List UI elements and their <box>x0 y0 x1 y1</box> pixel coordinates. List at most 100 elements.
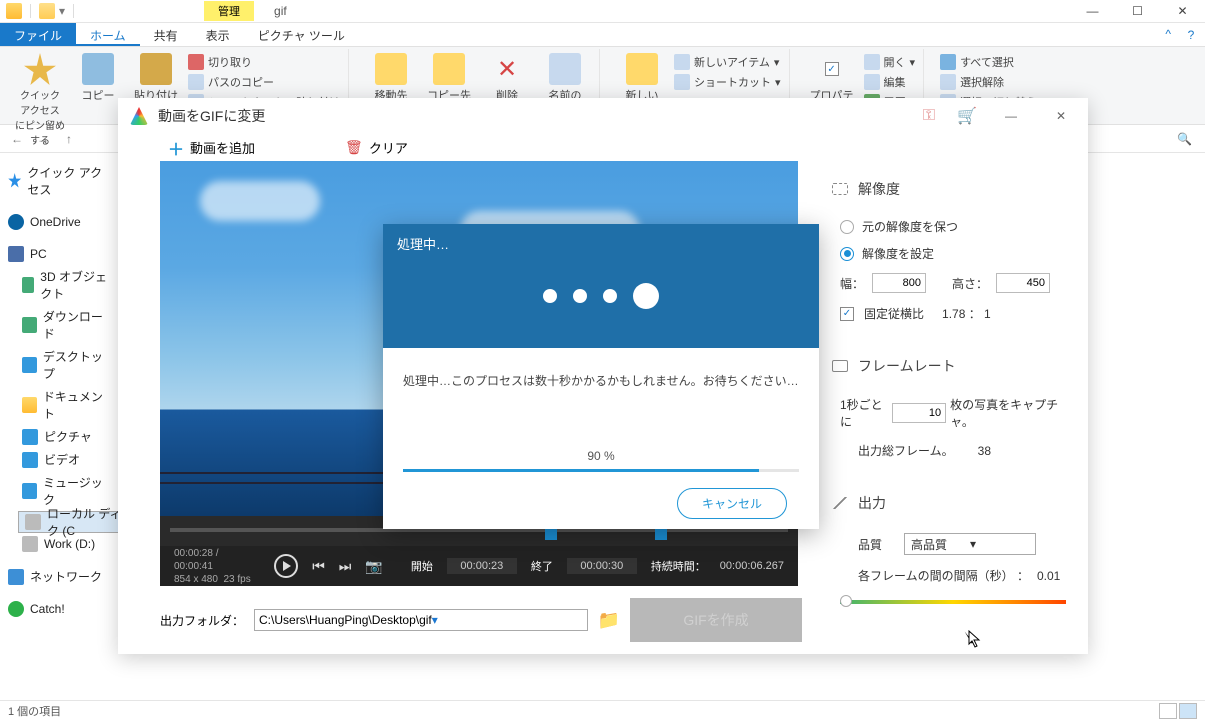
app-toolbar: ＋動画を追加 🗑クリア <box>118 134 1088 161</box>
app-logo-icon <box>130 107 148 125</box>
output-folder-row: 出力フォルダ： C:\Users\HuangPing\Desktop\gif ▾… <box>118 586 818 654</box>
tab-share[interactable]: 共有 <box>140 23 192 46</box>
clear-button[interactable]: 🗑クリア <box>345 138 408 157</box>
snapshot-button[interactable]: 📷 <box>365 558 382 575</box>
folder-icon <box>6 3 22 19</box>
explorer-titlebar: ▾ 管理 gif — ☐ ✕ <box>0 0 1205 23</box>
key-icon[interactable]: ⚿ <box>920 107 938 125</box>
tab-view[interactable]: 表示 <box>192 23 244 46</box>
nav-3d-objects[interactable]: 3D オブジェクト <box>18 265 114 305</box>
app-close-button[interactable]: ✕ <box>1046 109 1076 123</box>
cart-icon[interactable]: 🛒 <box>958 107 976 125</box>
cancel-button[interactable]: キャンセル <box>677 488 787 519</box>
framerate-icon <box>832 360 848 372</box>
tab-home[interactable]: ホーム <box>76 23 140 46</box>
shortcut-button[interactable]: ショートカット▾ <box>674 73 781 91</box>
select-none-button[interactable]: 選択解除 <box>940 73 1037 91</box>
settings-pane: 解像度 元の解像度を保つ 解像度を設定 幅： 高さ： ✓ 固定従横比 1.78 … <box>818 161 1088 654</box>
back-button[interactable]: ← <box>6 132 28 146</box>
nav-desktop[interactable]: デスクトップ <box>18 345 114 385</box>
total-frames-value: 38 <box>978 444 991 458</box>
prev-frame-button[interactable]: ⏮ <box>312 558 325 575</box>
capture-per-second-input[interactable] <box>892 403 946 423</box>
framerate-title: フレームレート <box>858 356 956 376</box>
forward-button[interactable]: → <box>32 132 54 146</box>
up-button[interactable]: ↑ <box>58 132 80 146</box>
lock-aspect-label: 固定従横比 <box>864 305 924 322</box>
close-button[interactable]: ✕ <box>1160 0 1205 23</box>
nav-videos[interactable]: ビデオ <box>18 448 114 471</box>
progress-percent: 90 % <box>403 449 799 463</box>
view-details-icon[interactable] <box>1159 703 1177 719</box>
select-all-button[interactable]: すべて選択 <box>940 53 1037 71</box>
quality-label: 品質 <box>858 536 882 553</box>
nav-documents[interactable]: ドキュメント <box>18 385 114 425</box>
app-title: 動画をGIFに変更 <box>158 106 265 126</box>
open-button[interactable]: 開く▾ <box>864 53 916 71</box>
nav-quick-access[interactable]: クイック アクセス <box>4 161 114 201</box>
resolution-icon <box>832 183 848 195</box>
contextual-tab-manage[interactable]: 管理 <box>204 1 254 21</box>
width-label: 幅： <box>840 275 864 292</box>
tab-file[interactable]: ファイル <box>0 23 76 46</box>
slider-knob[interactable] <box>840 595 852 607</box>
end-time-input[interactable]: 00:00:30 <box>567 558 637 574</box>
new-item-button[interactable]: 新しいアイテム▾ <box>674 53 781 71</box>
nav-network[interactable]: ネットワーク <box>4 565 114 588</box>
start-time-input[interactable]: 00:00:23 <box>447 558 517 574</box>
height-input[interactable] <box>996 273 1050 293</box>
add-video-button[interactable]: ＋動画を追加 <box>168 136 255 160</box>
radio-keep-original[interactable]: 元の解像度を保つ <box>832 213 1074 240</box>
chevron-down-icon: ▾ <box>970 537 1029 551</box>
copy-path-button[interactable]: パスのコピー <box>188 73 340 91</box>
ribbon-expand-icon[interactable]: ^ <box>1159 23 1177 46</box>
aspect-value: 1.78 ： 1 <box>942 305 991 322</box>
window-title: gif <box>274 4 287 18</box>
quality-select[interactable]: 高品質▾ <box>904 533 1036 555</box>
dialog-title: 処理中… <box>397 234 805 253</box>
duration-value: 00:00:06.267 <box>720 560 784 572</box>
nav-catch[interactable]: Catch! <box>4 598 114 620</box>
move-to-button[interactable]: 移動先 <box>365 53 417 103</box>
quick-access-toolbar: ▾ <box>0 3 78 19</box>
browse-folder-button[interactable]: 📁 <box>598 610 620 631</box>
interval-slider[interactable] <box>840 600 1066 604</box>
delete-button[interactable]: ✕削除 <box>481 53 533 103</box>
edit-button[interactable]: 編集 <box>864 73 916 91</box>
search-icon[interactable]: 🔍 <box>1177 132 1199 146</box>
create-gif-button[interactable]: GIFを作成 <box>630 598 802 642</box>
nav-downloads[interactable]: ダウンロード <box>18 305 114 345</box>
nav-onedrive[interactable]: OneDrive <box>4 211 114 233</box>
chevron-down-icon: ▾ <box>432 613 583 627</box>
minimize-button[interactable]: — <box>1070 0 1115 23</box>
interval-value: 0.01 <box>1037 569 1060 583</box>
progress-bar <box>403 469 799 472</box>
nav-pc[interactable]: PC <box>4 243 114 265</box>
copy-button[interactable]: コピー <box>72 53 124 103</box>
width-input[interactable] <box>872 273 926 293</box>
start-label: 開始 <box>411 558 433 574</box>
nav-pictures[interactable]: ピクチャ <box>18 425 114 448</box>
copy-to-button[interactable]: コピー先 <box>423 53 475 103</box>
maximize-button[interactable]: ☐ <box>1115 0 1160 23</box>
resolution-title: 解像度 <box>858 179 900 199</box>
app-titlebar: 動画をGIFに変更 ⚿ 🛒 — ✕ <box>118 98 1088 134</box>
dialog-message: 処理中…このプロセスは数十秒かかるかもしれません。お待ちください… <box>403 372 799 391</box>
view-large-icon[interactable] <box>1179 703 1197 719</box>
help-icon[interactable]: ? <box>1177 23 1205 46</box>
app-minimize-button[interactable]: — <box>996 109 1026 123</box>
output-folder-combo[interactable]: C:\Users\HuangPing\Desktop\gif ▾ <box>254 609 588 631</box>
time-info: 00:00:28 / 00:00:41 854 x 480 23 fps <box>174 547 260 586</box>
radio-set-resolution[interactable]: 解像度を設定 <box>832 240 1074 267</box>
play-button[interactable] <box>274 554 298 578</box>
cursor-icon <box>968 630 982 648</box>
tab-picture-tools[interactable]: ピクチャ ツール <box>244 23 359 46</box>
total-frames-label: 出力総フレーム。 <box>858 442 954 459</box>
output-title: 出力 <box>858 493 886 513</box>
lock-aspect-checkbox[interactable]: ✓ <box>840 307 854 321</box>
cut-button[interactable]: 切り取り <box>188 53 340 71</box>
end-label: 終了 <box>531 558 553 574</box>
next-frame-button[interactable]: ⏭ <box>339 558 352 575</box>
paste-button[interactable]: 貼り付け <box>130 53 182 103</box>
output-icon <box>832 497 848 509</box>
